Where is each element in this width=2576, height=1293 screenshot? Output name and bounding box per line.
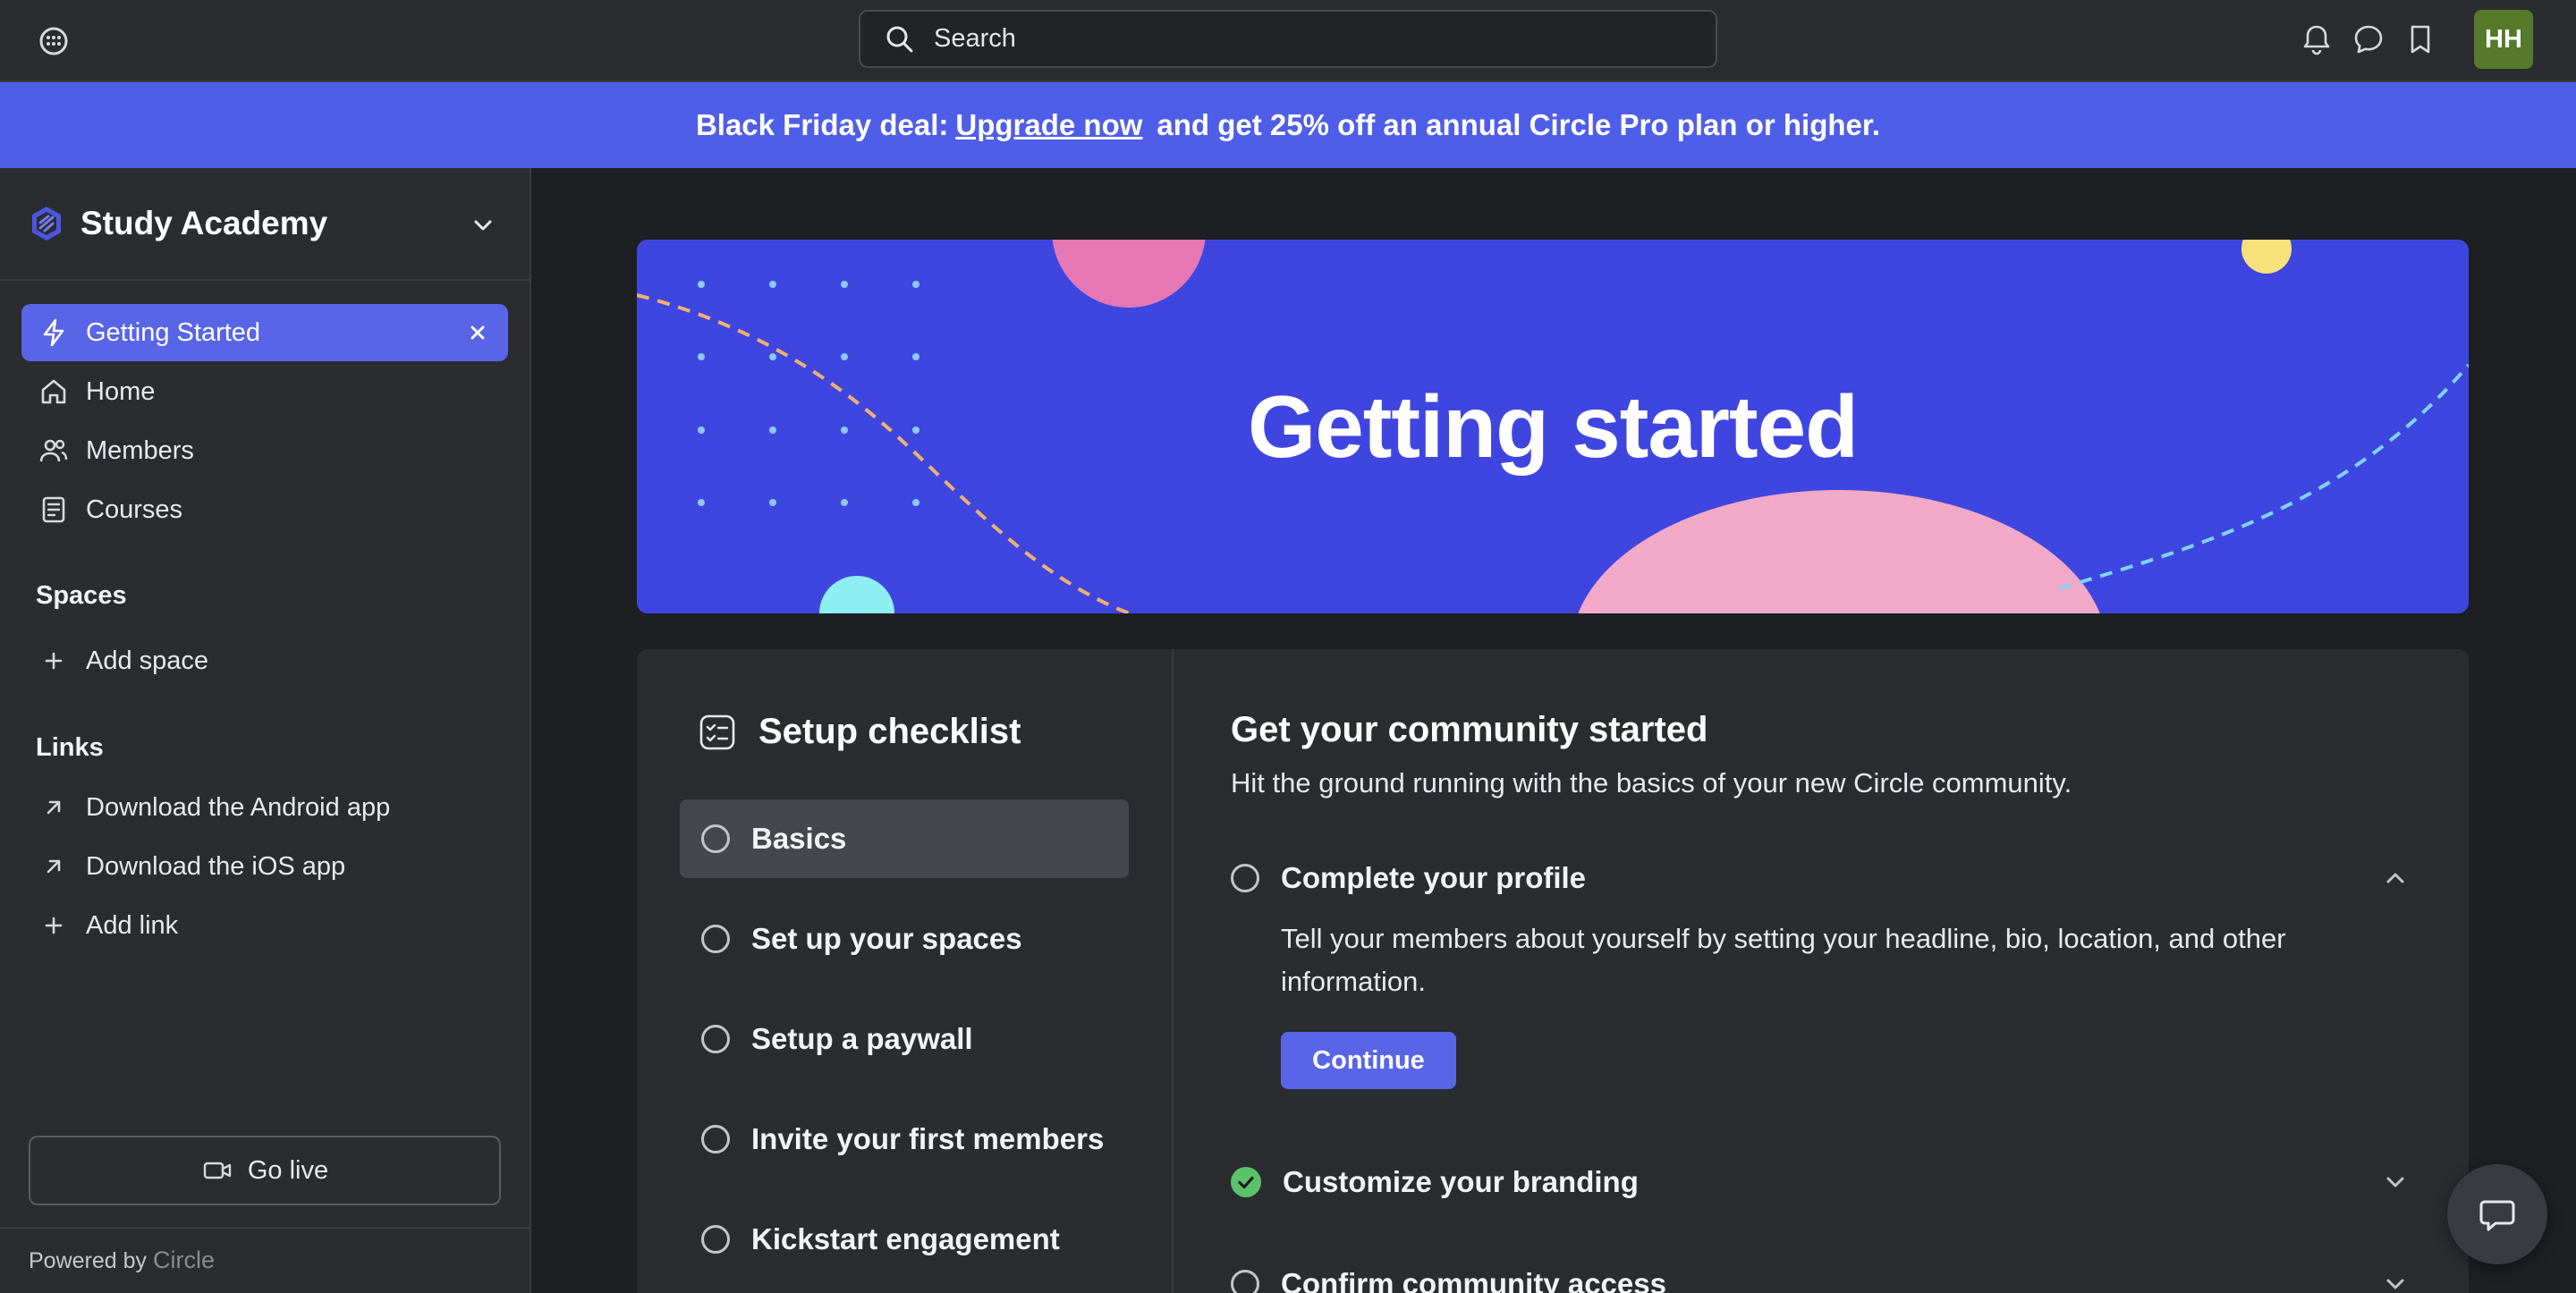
checklist-title: Setup checklist — [758, 712, 1021, 751]
sidebar-item-home[interactable]: Home — [21, 363, 508, 420]
checklist-icon — [698, 713, 737, 752]
task-status-icon — [1231, 1270, 1259, 1293]
community-name: Study Academy — [80, 205, 328, 241]
add-space-button[interactable]: Add space — [21, 632, 508, 689]
notifications-icon[interactable] — [2297, 20, 2336, 59]
sidebar-item-label: Getting Started — [86, 317, 261, 347]
go-live-button[interactable]: Go live — [29, 1136, 501, 1205]
task-customize-branding[interactable]: Customize your branding — [1231, 1155, 2411, 1209]
hero-title: Getting started — [1248, 376, 1859, 476]
plus-icon — [38, 909, 70, 942]
hero-banner: Getting started — [637, 240, 2469, 613]
user-avatar[interactable]: HH — [2474, 10, 2533, 69]
step-label: Setup a paywall — [751, 1022, 973, 1055]
top-bar: Search HH — [0, 0, 2576, 82]
chevron-down-icon — [467, 209, 499, 241]
chevron-down-icon[interactable] — [2379, 1166, 2411, 1198]
panel-divider — [1172, 649, 1174, 1293]
apps-menu-icon[interactable] — [36, 23, 72, 59]
video-camera-icon — [201, 1154, 233, 1187]
powered-by: Powered by Circle — [29, 1247, 215, 1274]
sidebar-item-courses[interactable]: Courses — [21, 481, 508, 538]
sidebar-item-label: Courses — [86, 494, 182, 524]
detail-subtitle: Hit the ground running with the basics o… — [1231, 767, 2072, 799]
promo-banner: Black Friday deal: Upgrade now and get 2… — [0, 82, 2576, 168]
sidebar-item-label: Home — [86, 376, 156, 406]
task-label: Customize your branding — [1283, 1165, 1639, 1198]
chevron-up-icon[interactable] — [2379, 862, 2411, 894]
search-placeholder: Search — [934, 24, 1016, 53]
sidebar-item-label: Members — [86, 435, 194, 465]
step-status-icon — [701, 824, 730, 853]
task-complete-profile[interactable]: Complete your profile — [1231, 851, 2411, 905]
search-icon — [884, 23, 916, 55]
task-status-icon — [1231, 864, 1259, 892]
messages-icon[interactable] — [2349, 20, 2388, 59]
sidebar-link-android-app[interactable]: Download the Android app — [21, 779, 508, 836]
checklist-step-invite-members[interactable]: Invite your first members — [680, 1100, 1129, 1179]
sidebar: Study Academy Getting Started Home Membe… — [0, 168, 531, 1293]
link-label: Download the Android app — [86, 792, 391, 822]
checklist-step-spaces[interactable]: Set up your spaces — [680, 900, 1129, 978]
detail-title: Get your community started — [1231, 710, 1708, 749]
checklist-step-paywall[interactable]: Setup a paywall — [680, 1000, 1129, 1078]
sidebar-item-getting-started[interactable]: Getting Started — [21, 304, 508, 361]
community-logo-icon — [27, 204, 66, 243]
sidebar-link-ios-app[interactable]: Download the iOS app — [21, 838, 508, 895]
spaces-heading: Spaces — [36, 581, 127, 610]
checklist-header: Setup checklist — [698, 712, 1021, 752]
arrow-up-right-icon — [38, 791, 70, 824]
setup-panel: Setup checklist Basics Set up your space… — [637, 649, 2469, 1293]
step-status-icon — [701, 1025, 730, 1053]
banner-lead: Black Friday deal: — [695, 108, 949, 141]
sidebar-footer-divider — [0, 1227, 530, 1229]
step-label: Basics — [751, 822, 847, 855]
lightning-icon — [38, 317, 70, 349]
plus-icon — [38, 645, 70, 677]
check-circle-icon — [1231, 1167, 1261, 1197]
chevron-down-icon[interactable] — [2379, 1268, 2411, 1293]
task-label: Complete your profile — [1281, 861, 1587, 894]
task-description: Tell your members about yourself by sett… — [1281, 923, 2286, 997]
add-link-label: Add link — [86, 910, 179, 940]
powered-by-text: Powered by — [29, 1248, 148, 1273]
task-confirm-access[interactable]: Confirm community access — [1231, 1257, 2411, 1293]
search-input[interactable]: Search — [859, 10, 1717, 68]
task-label: Confirm community access — [1281, 1267, 1666, 1293]
step-label: Set up your spaces — [751, 922, 1022, 955]
bookmarks-icon[interactable] — [2401, 20, 2440, 59]
add-link-button[interactable]: Add link — [21, 897, 508, 954]
arrow-up-right-icon — [38, 850, 70, 883]
banner-tail: and get 25% off an annual Circle Pro pla… — [1157, 108, 1881, 141]
upgrade-now-link[interactable]: Upgrade now — [955, 108, 1142, 142]
circle-brand-link[interactable]: Circle — [153, 1247, 215, 1273]
step-status-icon — [701, 925, 730, 953]
step-status-icon — [701, 1125, 730, 1154]
home-icon — [38, 376, 70, 408]
step-status-icon — [701, 1225, 730, 1254]
courses-icon — [38, 494, 70, 526]
step-label: Kickstart engagement — [751, 1222, 1060, 1255]
go-live-label: Go live — [247, 1155, 329, 1185]
close-icon[interactable] — [463, 318, 492, 347]
step-label: Invite your first members — [751, 1122, 1105, 1155]
chat-icon — [2479, 1200, 2515, 1231]
links-heading: Links — [36, 733, 104, 762]
community-switcher[interactable]: Study Academy — [0, 168, 530, 281]
chat-support-button[interactable] — [2447, 1164, 2547, 1264]
continue-button[interactable]: Continue — [1281, 1032, 1456, 1089]
main-content: Getting started Setup checklist Basics S… — [531, 168, 2576, 1293]
checklist-step-basics[interactable]: Basics — [680, 799, 1129, 878]
link-label: Download the iOS app — [86, 851, 346, 881]
sidebar-item-members[interactable]: Members — [21, 422, 508, 479]
members-icon — [38, 435, 70, 467]
add-space-label: Add space — [86, 646, 209, 675]
checklist-step-kickstart-engagement[interactable]: Kickstart engagement — [680, 1200, 1129, 1279]
